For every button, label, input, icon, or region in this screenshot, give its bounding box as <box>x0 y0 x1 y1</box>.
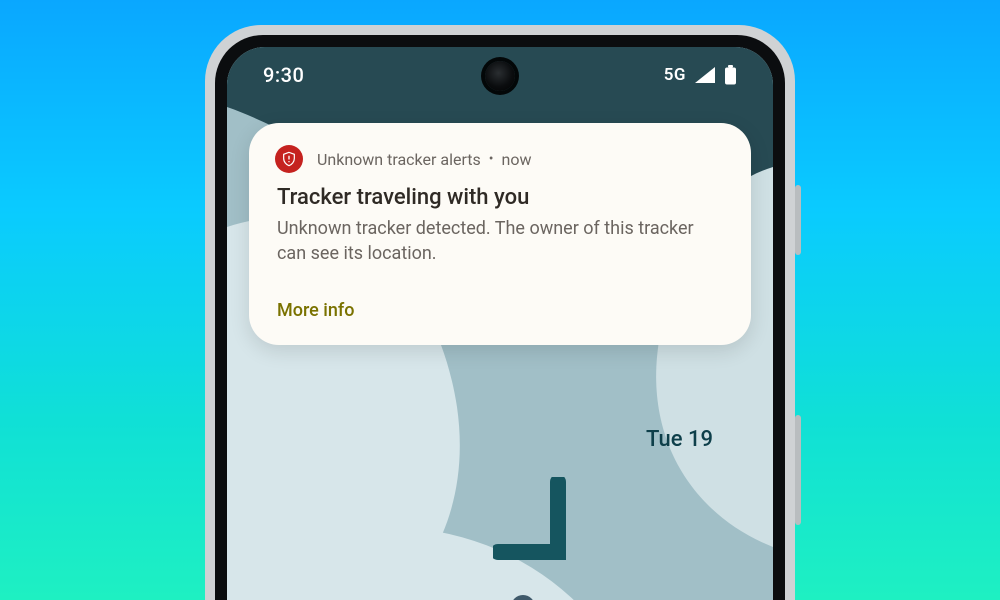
status-bar: 9:30 5G <box>227 47 773 103</box>
widget-date: Tue 19 <box>646 427 713 452</box>
separator-dot: • <box>489 151 494 167</box>
notification-time: now <box>501 150 531 169</box>
stage: Tue 19 9:30 5G <box>0 0 1000 600</box>
shield-alert-icon <box>275 145 303 173</box>
notification-header: Unknown tracker alerts • now <box>275 145 725 173</box>
notification-card[interactable]: Unknown tracker alerts • now Tracker tra… <box>249 123 751 345</box>
phone-screen: Tue 19 9:30 5G <box>227 47 773 600</box>
network-label: 5G <box>664 65 686 85</box>
side-button-lower <box>795 415 801 525</box>
status-right: 5G <box>664 65 737 85</box>
notification-title: Tracker traveling with you <box>277 185 725 210</box>
phone-frame: Tue 19 9:30 5G <box>205 25 795 600</box>
battery-icon <box>724 65 737 85</box>
clock-hands-icon <box>493 477 653 600</box>
notification-body: Unknown tracker detected. The owner of t… <box>277 216 725 266</box>
notification-app-line: Unknown tracker alerts • now <box>317 150 531 169</box>
more-info-button[interactable]: More info <box>277 300 725 321</box>
signal-icon <box>694 66 716 84</box>
status-time: 9:30 <box>263 63 304 87</box>
phone-bezel: Tue 19 9:30 5G <box>215 35 785 600</box>
notification-app-name: Unknown tracker alerts <box>317 150 481 169</box>
side-button-upper <box>795 185 801 255</box>
